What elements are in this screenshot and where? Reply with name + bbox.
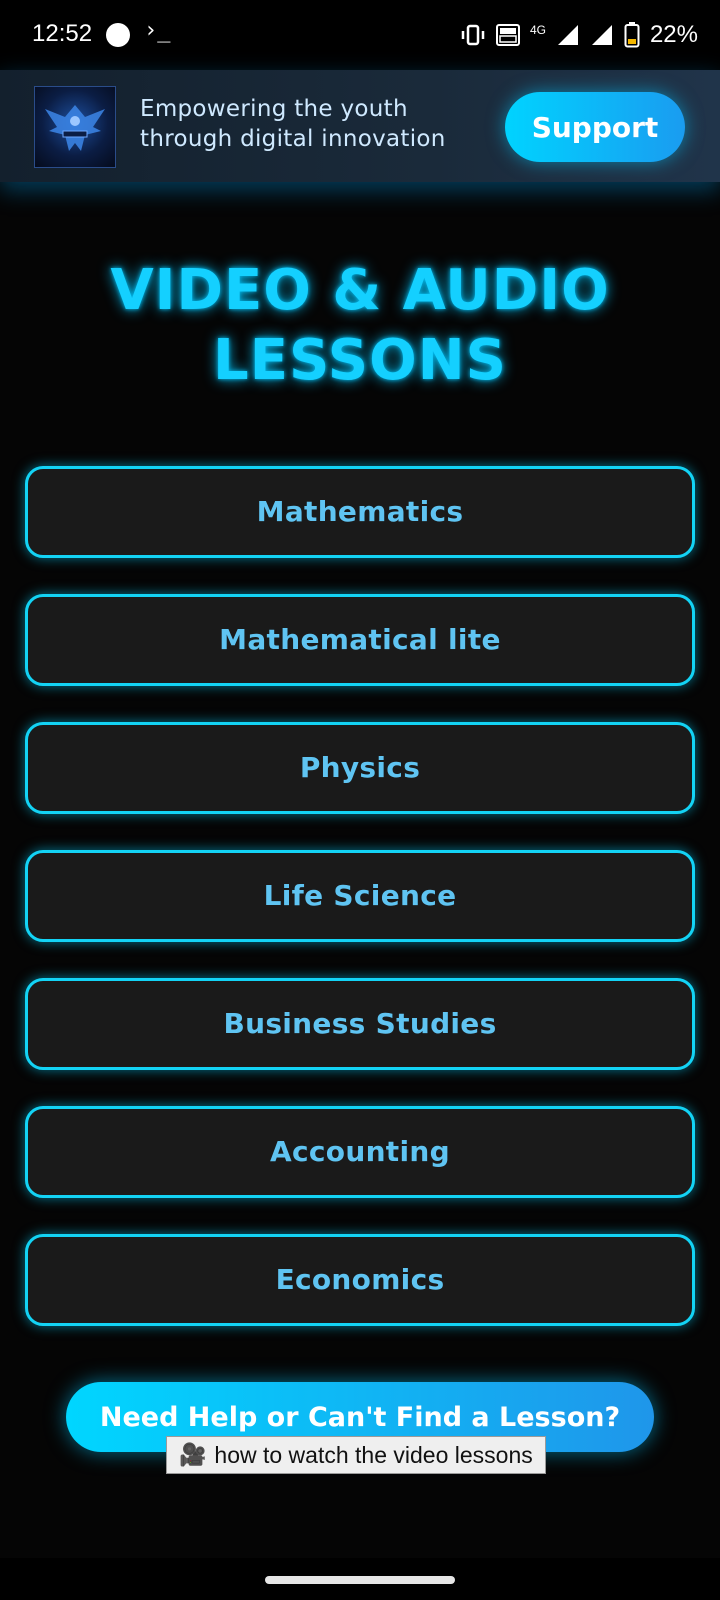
lesson-button-mathematical-lite[interactable]: Mathematical lite [25,594,695,686]
video-camera-icon: 🎥 [179,1442,207,1467]
lesson-list: Mathematics Mathematical lite Physics Li… [25,466,695,1362]
network-type-label: 4G [529,23,546,37]
battery-percent: 22% [649,21,698,48]
eagle-logo-icon [34,86,116,168]
lesson-button-economics[interactable]: Economics [25,1234,695,1326]
terminal-icon: ›_ [144,18,171,43]
page-title: VIDEO & AUDIO LESSONS [110,258,610,393]
lesson-button-business-studies[interactable]: Business Studies [25,978,695,1070]
lesson-button-mathematics[interactable]: Mathematics [25,466,695,558]
support-button[interactable]: Support [505,92,685,162]
status-icons: 4G 22% [460,18,698,52]
lesson-button-physics[interactable]: Physics [25,722,695,814]
signal-icon-2 [591,25,612,45]
lesson-button-life-science[interactable]: Life Science [25,850,695,942]
app-screen: 12:52 ›_ 4G 22% Empowering the youth thr… [0,0,720,1600]
status-bar: 12:52 ›_ 4G 22% [0,0,720,70]
vibrate-icon [461,24,485,46]
lesson-button-accounting[interactable]: Accounting [25,1106,695,1198]
battery-icon [624,22,640,48]
tooltip: 🎥 how to watch the video lessons [166,1436,546,1474]
tooltip-text: how to watch the video lessons [214,1442,533,1468]
tagline: Empowering the youth through digital inn… [140,96,446,152]
volte-icon [495,24,520,46]
notification-dot-icon [106,23,130,47]
signal-icon [557,25,578,45]
status-time: 12:52 [32,20,93,47]
home-indicator[interactable] [265,1576,455,1584]
